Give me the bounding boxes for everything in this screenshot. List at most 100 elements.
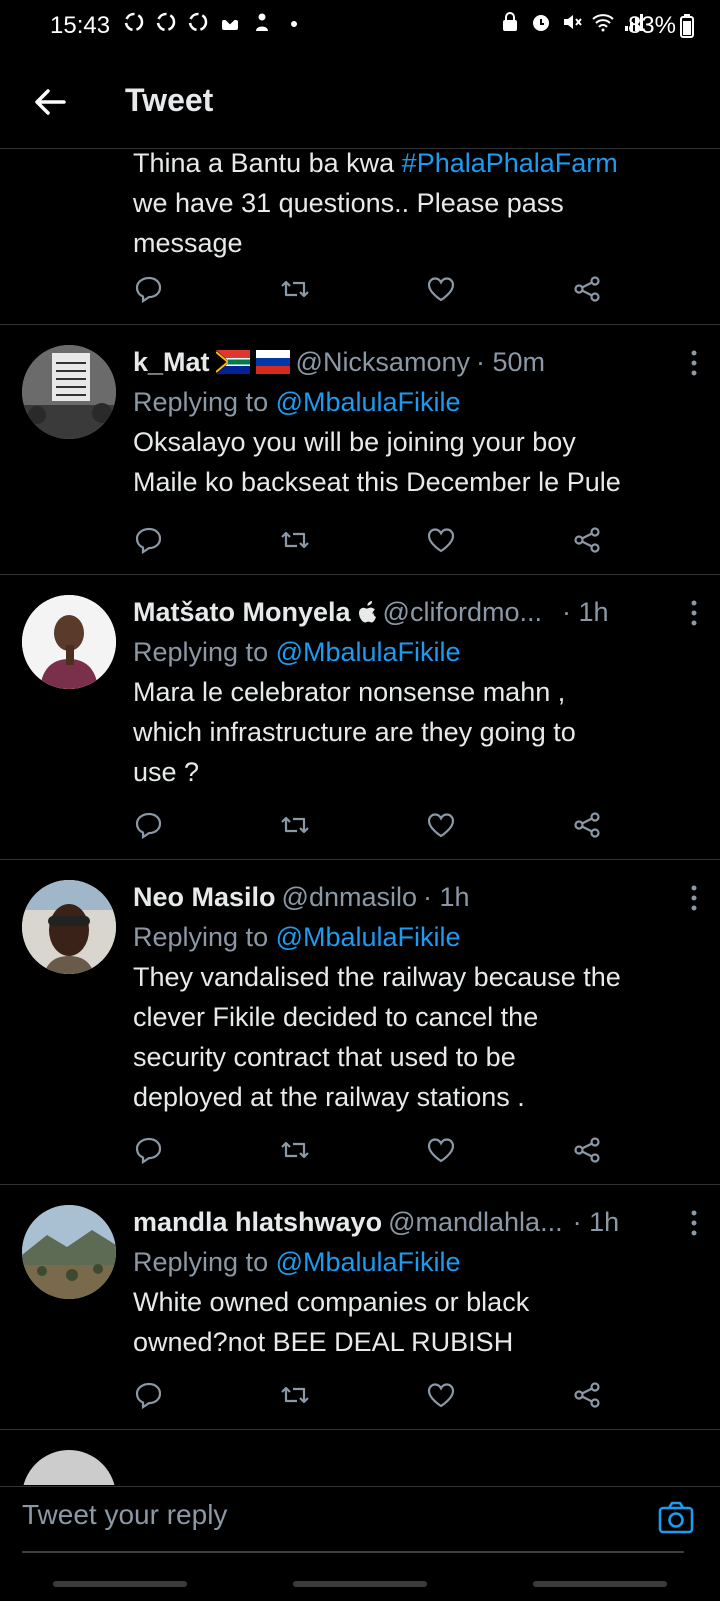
recycle-icon [156, 12, 176, 32]
mention-link[interactable]: @MbalulaFikile [276, 922, 461, 952]
share-icon[interactable] [571, 1134, 603, 1166]
person-icon [256, 13, 268, 31]
tweet-item[interactable]: Neo Masilo @dnmasilo · 1h Replying to @M… [0, 860, 720, 1185]
avatar[interactable] [22, 880, 116, 974]
tweet-author-row: k_Mat @Nicksamony · 50m [133, 342, 700, 382]
mention-link[interactable]: @MbalulaFikile [276, 387, 461, 417]
retweet-icon[interactable] [279, 1379, 311, 1411]
retweet-icon[interactable] [279, 273, 311, 305]
replying-to: Replying to @MbalulaFikile [133, 382, 700, 422]
avatar[interactable] [22, 345, 116, 439]
replying-to-label: Replying to [133, 387, 276, 417]
author-name[interactable]: k_Mat [133, 342, 210, 382]
more-options-icon[interactable] [686, 347, 702, 379]
tweet-thread[interactable]: Thina a Bantu ba kwa #PhalaPhalaFarm we … [0, 149, 720, 1485]
reply-input[interactable]: Tweet your reply [22, 1499, 227, 1531]
camera-icon[interactable] [656, 1497, 696, 1537]
tweet-item[interactable]: mandla hlatshwayo @mandlahla... · 1h Rep… [0, 1185, 720, 1430]
tweet-actions [133, 524, 603, 556]
recycle-icon [188, 12, 208, 32]
tweet-item[interactable]: k_Mat @Nicksamony · 50m Replying to @Mba… [0, 325, 720, 575]
avatar-image [22, 1205, 116, 1299]
tweet-text-line: deployed at the railway stations . [133, 1082, 525, 1112]
heart-icon[interactable] [425, 1134, 457, 1166]
tweet-author-row: Matšato Monyela @clifordmo... · 1h [133, 592, 700, 632]
heart-icon[interactable] [425, 524, 457, 556]
tweet-body: mandla hlatshwayo @mandlahla... · 1h Rep… [133, 1202, 700, 1362]
tweet-actions [133, 1379, 603, 1411]
dot-icon [291, 21, 297, 27]
apple-icon [358, 601, 376, 623]
avatar[interactable] [22, 1205, 116, 1299]
nav-recents[interactable] [53, 1581, 187, 1587]
arrow-left-icon[interactable] [30, 82, 70, 122]
system-navigation-bar [0, 1581, 720, 1587]
reply-composer: Tweet your reply [0, 1486, 720, 1601]
tweet-item[interactable]: Matšato Monyela @clifordmo... · 1h Reply… [0, 575, 720, 860]
reply-icon[interactable] [133, 273, 165, 305]
tweet-text-line: Maile ko backseat this December le Pule [133, 467, 621, 497]
tweet-body: Matšato Monyela @clifordmo... · 1h Reply… [133, 592, 700, 792]
more-options-icon[interactable] [686, 882, 702, 914]
tweet-item[interactable]: Thina a Bantu ba kwa #PhalaPhalaFarm we … [0, 149, 720, 325]
lock-icon [503, 12, 517, 31]
heart-icon[interactable] [425, 809, 457, 841]
share-icon[interactable] [571, 809, 603, 841]
tweet-body: Thina a Bantu ba kwa #PhalaPhalaFarm we … [133, 149, 700, 263]
system-icons [498, 10, 646, 34]
reply-icon[interactable] [133, 1379, 165, 1411]
nav-back[interactable] [533, 1581, 667, 1587]
share-icon[interactable] [571, 1379, 603, 1411]
tweet-text-line: clever Fikile decided to cancel the [133, 1002, 539, 1032]
heart-icon[interactable] [425, 273, 457, 305]
page-title: Tweet [125, 82, 214, 118]
battery-indicator: 83% [628, 12, 694, 40]
author-name[interactable]: mandla hlatshwayo [133, 1202, 382, 1242]
more-options-icon[interactable] [686, 597, 702, 629]
author-handle: @mandlahla... [388, 1207, 563, 1237]
reply-icon[interactable] [133, 1134, 165, 1166]
retweet-icon[interactable] [279, 524, 311, 556]
tweet-body: k_Mat @Nicksamony · 50m Replying to @Mba… [133, 342, 700, 502]
tweet-actions [133, 273, 603, 305]
tweet-text-line: White owned companies or black [133, 1287, 530, 1317]
reply-divider [22, 1551, 684, 1553]
tweet-text-line: we have 31 questions.. Please pass [133, 188, 564, 218]
tweet-time: · 1h [423, 882, 470, 912]
avatar[interactable] [22, 1450, 116, 1485]
tweet-text-line: security contract that used to be [133, 1042, 516, 1072]
tweet-text-line: which infrastructure are they going to [133, 717, 576, 747]
share-icon[interactable] [571, 524, 603, 556]
mention-link[interactable]: @MbalulaFikile [276, 637, 461, 667]
recycle-icon [124, 12, 144, 32]
status-bar: 15:43 83% [0, 0, 720, 56]
tweet-text-line: message [133, 228, 243, 258]
reply-icon[interactable] [133, 524, 165, 556]
heart-icon[interactable] [425, 1379, 457, 1411]
alarm-icon [533, 15, 549, 31]
share-icon[interactable] [571, 273, 603, 305]
top-app-bar: Tweet [0, 56, 720, 149]
author-name[interactable]: Neo Masilo [133, 877, 276, 917]
reply-icon[interactable] [133, 809, 165, 841]
hashtag-link[interactable]: #PhalaPhalaFarm [402, 149, 618, 178]
mention-link[interactable]: @MbalulaFikile [276, 1247, 461, 1277]
author-name[interactable]: Matšato Monyela [133, 592, 351, 632]
battery-icon [680, 14, 694, 38]
tweet-time: · 1h [562, 597, 609, 627]
retweet-icon[interactable] [279, 809, 311, 841]
status-time: 15:43 [50, 12, 111, 39]
wifi-icon [592, 14, 614, 32]
replying-to-label: Replying to [133, 1247, 276, 1277]
tweet-text-line: They vandalised the railway because the [133, 962, 621, 992]
avatar[interactable] [22, 595, 116, 689]
more-options-icon[interactable] [686, 1207, 702, 1239]
tweet-item[interactable] [0, 1430, 720, 1485]
retweet-icon[interactable] [279, 1134, 311, 1166]
author-handle: @Nicksamony [295, 347, 470, 377]
nav-home[interactable] [293, 1581, 427, 1587]
russia-flag-icon [255, 350, 290, 374]
replying-to: Replying to @MbalulaFikile [133, 1242, 700, 1282]
tweet-actions [133, 1134, 603, 1166]
replying-to-label: Replying to [133, 922, 276, 952]
